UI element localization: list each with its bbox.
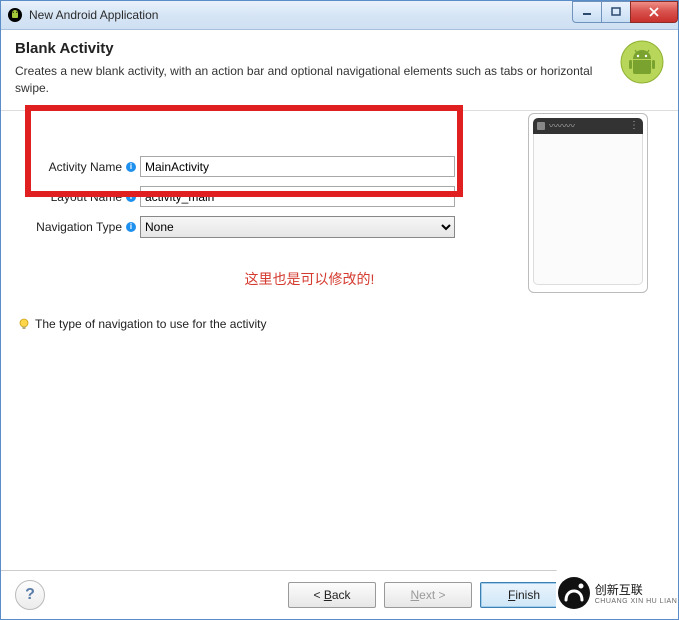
- info-icon[interactable]: i: [126, 192, 136, 202]
- row-navigation-type: Navigation Type i None: [17, 215, 662, 239]
- preview-phone-titlebar: 〰〰〰 ⋮: [533, 118, 643, 134]
- window-controls: [573, 1, 678, 21]
- minimize-button[interactable]: [572, 1, 602, 23]
- preview-app-icon: [537, 122, 545, 130]
- content-area: 〰〰〰 ⋮ Activity Name i Layout Name i Navi…: [1, 111, 678, 331]
- row-activity-name: Activity Name i: [17, 155, 662, 179]
- lightbulb-icon: [17, 317, 31, 331]
- label-navigation-type: Navigation Type: [17, 220, 124, 234]
- android-hero-icon: [620, 40, 664, 84]
- label-activity-name: Activity Name: [17, 160, 124, 174]
- watermark: 创新互联 CHUANG XIN HU LIAN: [556, 567, 678, 619]
- form-area: Activity Name i Layout Name i Navigation…: [17, 155, 662, 331]
- row-layout-name: Layout Name i: [17, 185, 662, 209]
- preview-overflow-icon: ⋮: [629, 120, 639, 131]
- window-title: New Android Application: [29, 8, 158, 22]
- input-layout-name[interactable]: [140, 186, 455, 207]
- annotation-text: 这里也是可以修改的!: [0, 269, 662, 289]
- help-button[interactable]: ?: [15, 580, 45, 610]
- watermark-logo-icon: [557, 576, 591, 610]
- back-button[interactable]: < Back: [288, 582, 376, 608]
- android-icon: [7, 7, 23, 23]
- hint-row: The type of navigation to use for the ac…: [17, 317, 662, 331]
- next-button[interactable]: Next >: [384, 582, 472, 608]
- watermark-sub: CHUANG XIN HU LIAN: [595, 598, 678, 605]
- banner-description: Creates a new blank activity, with an ac…: [15, 63, 664, 98]
- label-layout-name: Layout Name: [17, 190, 124, 204]
- info-icon[interactable]: i: [126, 222, 136, 232]
- watermark-name: 创新互联: [595, 581, 678, 598]
- titlebar[interactable]: New Android Application: [1, 1, 678, 30]
- preview-title-placeholder: 〰〰〰: [549, 119, 625, 132]
- maximize-button[interactable]: [601, 1, 631, 23]
- banner-heading: Blank Activity: [15, 40, 664, 57]
- input-activity-name[interactable]: [140, 156, 455, 177]
- close-button[interactable]: [630, 1, 678, 23]
- hint-text: The type of navigation to use for the ac…: [35, 317, 266, 331]
- banner: Blank Activity Creates a new blank activ…: [1, 30, 678, 111]
- info-icon[interactable]: i: [126, 162, 136, 172]
- finish-button[interactable]: Finish: [480, 582, 568, 608]
- select-navigation-type[interactable]: None: [140, 216, 455, 238]
- wizard-window: New Android Application Blank Activity C…: [0, 0, 679, 620]
